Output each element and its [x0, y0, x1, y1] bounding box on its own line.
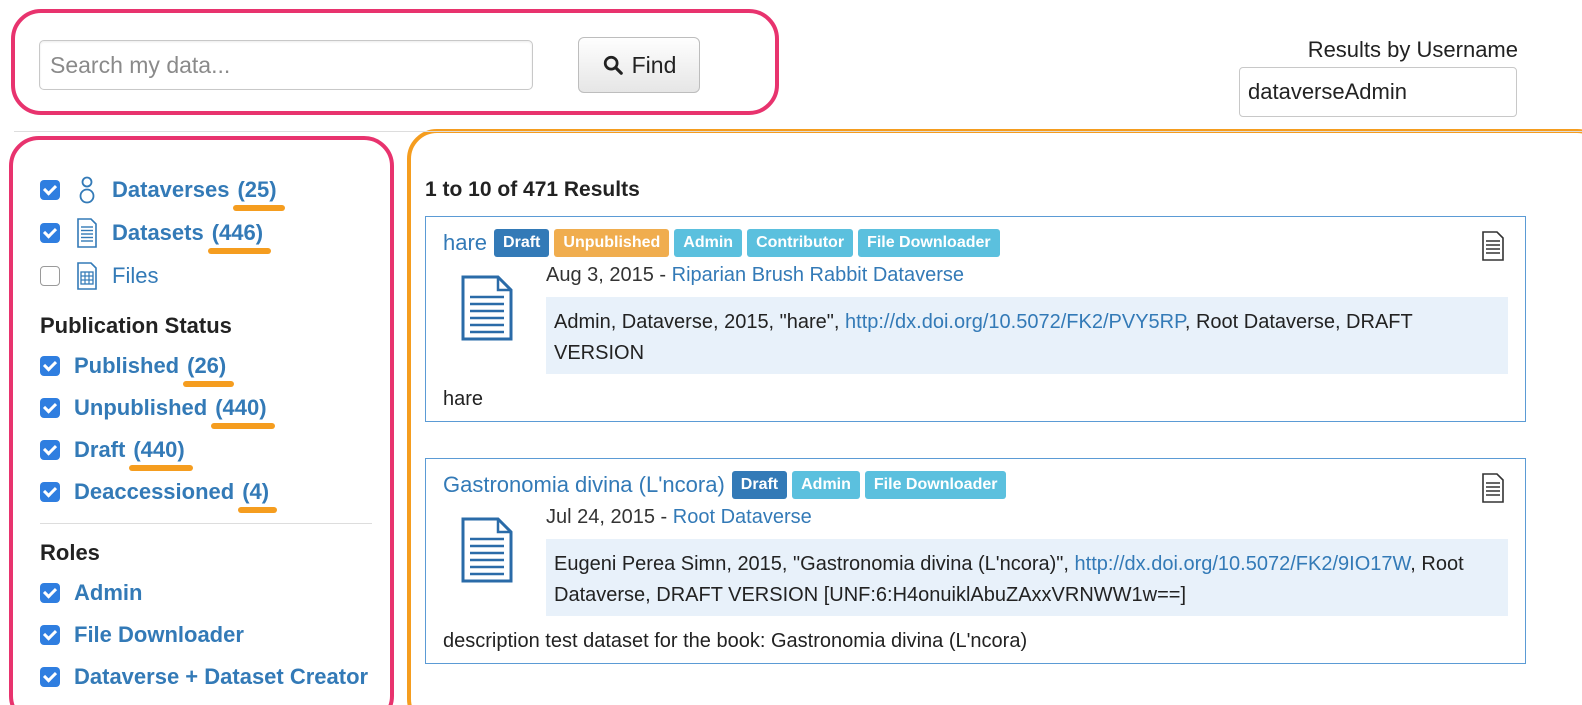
facet-unpublished[interactable]: Unpublished (440): [40, 387, 380, 429]
badge-file-downloader: File Downloader: [864, 471, 1007, 499]
facet-published-label: Published: [74, 353, 180, 378]
unpublished-checkbox[interactable]: [40, 398, 60, 418]
facet-datasets-count: (446): [207, 219, 272, 254]
facet-role-admin-label: Admin: [74, 580, 143, 605]
dataset-document-icon: [74, 217, 100, 249]
facet-role-file-downloader-label: File Downloader: [74, 622, 244, 647]
facet-unpublished-count: (440): [211, 395, 275, 429]
facet-deaccessioned-count: (4): [238, 479, 277, 513]
facet-draft[interactable]: Draft (440): [40, 429, 380, 471]
draft-checkbox[interactable]: [40, 440, 60, 460]
top-divider: [14, 131, 1582, 132]
facet-deaccessioned-label: Deaccessioned: [74, 479, 235, 504]
badge-admin: Admin: [792, 471, 860, 499]
search-icon: [603, 55, 623, 75]
results-count: 1 to 10 of 471 Results: [425, 178, 640, 201]
facet-sidebar: Dataverses (25) Datasets (446) Files Pub…: [40, 168, 380, 698]
published-checkbox[interactable]: [40, 356, 60, 376]
facet-datasets-label: Datasets: [112, 219, 204, 245]
result-card: hare Draft Unpublished Admin Contributor…: [425, 216, 1526, 422]
citation-box: Eugeni Perea Simn, 2015, "Gastronomia di…: [546, 539, 1508, 616]
facet-dataverses-count: (25): [233, 176, 285, 211]
citation-doi-link[interactable]: http://dx.doi.org/10.5072/FK2/9IO17W: [1075, 553, 1411, 575]
result-title-row: Gastronomia divina (L'ncora) Draft Admin…: [443, 471, 1007, 499]
facet-dataverses-label: Dataverses: [112, 176, 230, 202]
result-description: hare: [443, 388, 484, 410]
result-date-text: Aug 3, 2015: [546, 264, 654, 286]
search-input[interactable]: [39, 40, 533, 90]
dataset-thumbnail-icon: [461, 517, 513, 583]
facet-role-admin[interactable]: Admin: [40, 572, 380, 614]
result-parent-link[interactable]: Root Dataverse: [673, 506, 812, 528]
username-input[interactable]: [1239, 67, 1517, 117]
dataset-type-icon: [1482, 231, 1504, 261]
dataverse-icon: [74, 174, 100, 206]
dataset-thumbnail-icon: [461, 275, 513, 341]
result-title-row: hare Draft Unpublished Admin Contributor…: [443, 229, 1000, 257]
facet-files-label: Files: [112, 262, 159, 288]
citation-text: Admin, Dataverse, 2015, "hare",: [554, 311, 846, 333]
dataset-type-icon: [1482, 473, 1504, 503]
facet-divider: [40, 523, 372, 524]
badge-draft: Draft: [731, 471, 788, 499]
facet-files[interactable]: Files: [40, 254, 380, 297]
facet-published[interactable]: Published (26): [40, 345, 380, 387]
find-button[interactable]: Find: [578, 37, 700, 93]
result-title-link[interactable]: hare: [443, 230, 487, 256]
badge-draft: Draft: [494, 229, 550, 257]
result-date: Jul 24, 2015 - Root Dataverse: [546, 506, 812, 528]
facet-role-creator[interactable]: Dataverse + Dataset Creator: [40, 656, 380, 698]
dataverses-checkbox[interactable]: [40, 179, 60, 200]
facet-draft-label: Draft: [74, 437, 126, 462]
result-description: description test dataset for the book: G…: [443, 630, 1028, 652]
facet-deaccessioned[interactable]: Deaccessioned (4): [40, 471, 380, 513]
results-by-username-label: Results by Username: [1307, 37, 1518, 62]
badge-file-downloader: File Downloader: [858, 229, 1000, 257]
citation-doi-link[interactable]: http://dx.doi.org/10.5072/FK2/PVY5RP: [845, 311, 1185, 333]
find-button-label: Find: [631, 51, 677, 78]
facet-role-creator-label: Dataverse + Dataset Creator: [74, 664, 369, 689]
result-parent-link[interactable]: Riparian Brush Rabbit Dataverse: [672, 264, 964, 286]
citation-box: Admin, Dataverse, 2015, "hare", http://d…: [546, 297, 1508, 374]
datasets-checkbox[interactable]: [40, 222, 60, 243]
facet-draft-count: (440): [129, 437, 194, 471]
file-spreadsheet-icon: [74, 260, 100, 292]
facet-unpublished-label: Unpublished: [74, 395, 208, 420]
result-title-link[interactable]: Gastronomia divina (L'ncora): [443, 472, 725, 498]
result-date: Aug 3, 2015 - Riparian Brush Rabbit Data…: [546, 264, 965, 286]
badge-admin: Admin: [674, 229, 743, 257]
role-file-downloader-checkbox[interactable]: [40, 625, 60, 645]
facet-datasets[interactable]: Datasets (446): [40, 211, 380, 254]
facet-published-count: (26): [183, 353, 235, 387]
badge-unpublished: Unpublished: [554, 229, 670, 257]
result-card: Gastronomia divina (L'ncora) Draft Admin…: [425, 458, 1526, 664]
facet-dataverses[interactable]: Dataverses (25): [40, 168, 380, 211]
roles-heading: Roles: [40, 540, 100, 565]
files-checkbox[interactable]: [40, 265, 60, 286]
role-admin-checkbox[interactable]: [40, 583, 60, 603]
result-date-text: Jul 24, 2015: [546, 506, 655, 528]
publication-status-heading: Publication Status: [40, 313, 232, 338]
role-creator-checkbox[interactable]: [40, 667, 60, 687]
facet-role-file-downloader[interactable]: File Downloader: [40, 614, 380, 656]
deaccessioned-checkbox[interactable]: [40, 482, 60, 502]
badge-contributor: Contributor: [747, 229, 854, 257]
citation-text: Eugeni Perea Simn, 2015, "Gastronomia di…: [554, 553, 1075, 575]
